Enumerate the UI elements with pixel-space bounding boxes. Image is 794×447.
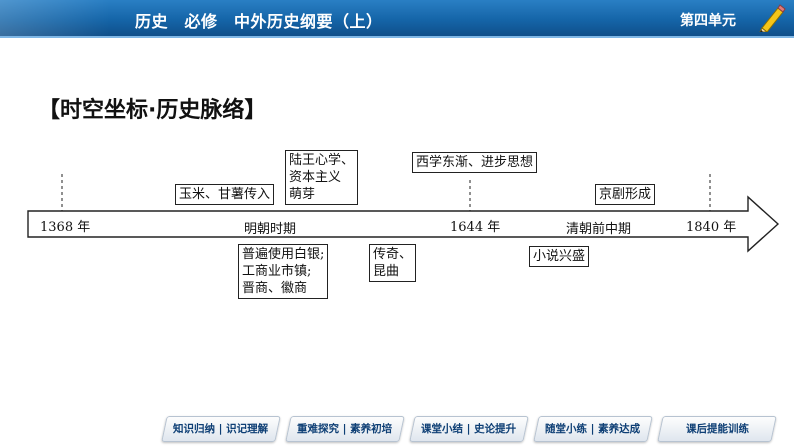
timeline-arrow [27, 174, 780, 253]
nav-label: 课后提能训练 [685, 423, 749, 435]
event-box-novel: 小说兴盛 [529, 246, 590, 267]
nav-label: 随堂小练 | 素养达成 [545, 423, 641, 435]
nav-label: 知识归纳 | 识记理解 [173, 423, 269, 435]
event-box-drama: 传奇、 昆曲 [369, 244, 417, 282]
period-qing: 清朝前中期 [566, 222, 632, 237]
year-1840: 1840 年 [686, 220, 737, 235]
year-1368: 1368 年 [40, 220, 91, 235]
event-drama-line-1: 传奇、 [373, 247, 413, 262]
footer-nav: 知识归纳 | 识记理解 重难探究 | 素养初培 课堂小结 | 史论提升 随堂小练… [160, 416, 780, 444]
event-lu-wang-line-2: 资本主义 [289, 170, 342, 185]
timeline-arrow-shape [27, 195, 780, 253]
nav-label: 课堂小结 | 史论提升 [421, 423, 517, 435]
event-silver-line-1: 普遍使用白银; [242, 247, 325, 262]
event-silver-line-3: 晋商、徽商 [242, 281, 308, 296]
event-opera: 京剧形成 [599, 187, 652, 202]
nav-practice-button[interactable]: 随堂小练 | 素养达成 [533, 416, 653, 442]
nav-key-difficulty-button[interactable]: 重难探究 | 素养初培 [285, 416, 405, 442]
event-silver-line-2: 工商业市镇; [242, 264, 312, 279]
event-lu-wang-line-3: 萌芽 [289, 187, 316, 202]
event-box-silver: 普遍使用白银; 工商业市镇; 晋商、徽商 [238, 244, 329, 299]
event-corn: 玉米、甘薯传入 [179, 187, 271, 202]
event-lu-wang-line-1: 陆王心学、 [289, 153, 355, 168]
period-ming: 明朝时期 [244, 222, 297, 237]
event-box-opera: 京剧形成 [595, 184, 656, 205]
nav-knowledge-summary-button[interactable]: 知识归纳 | 识记理解 [161, 416, 281, 442]
event-box-corn: 玉米、甘薯传入 [175, 184, 275, 205]
nav-class-summary-button[interactable]: 课堂小结 | 史论提升 [409, 416, 529, 442]
event-box-west: 西学东渐、进步思想 [412, 152, 538, 173]
year-1644: 1644 年 [450, 220, 501, 235]
event-west: 西学东渐、进步思想 [416, 155, 534, 170]
event-box-lu-wang: 陆王心学、 资本主义 萌芽 [285, 150, 359, 205]
event-novel: 小说兴盛 [533, 249, 586, 264]
event-drama-line-2: 昆曲 [373, 264, 400, 279]
nav-after-class-training-button[interactable]: 课后提能训练 [657, 416, 777, 442]
nav-label: 重难探究 | 素养初培 [297, 423, 393, 435]
